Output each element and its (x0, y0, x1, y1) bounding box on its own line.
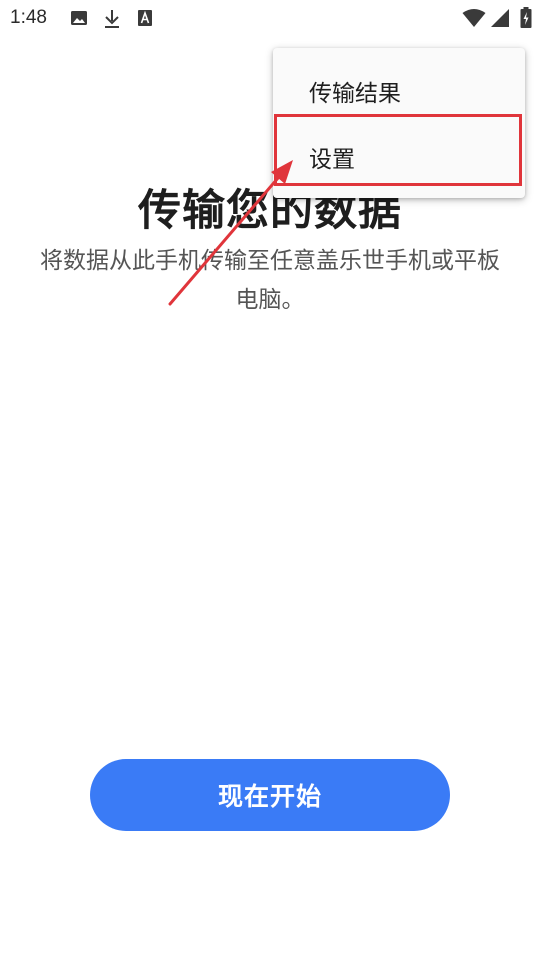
screen: 1:48 传输您的数据 将数据从此手机传输至任意盖乐世手机或平板电脑。 现在开始… (0, 0, 540, 960)
annotation-arrow-icon (168, 160, 293, 306)
